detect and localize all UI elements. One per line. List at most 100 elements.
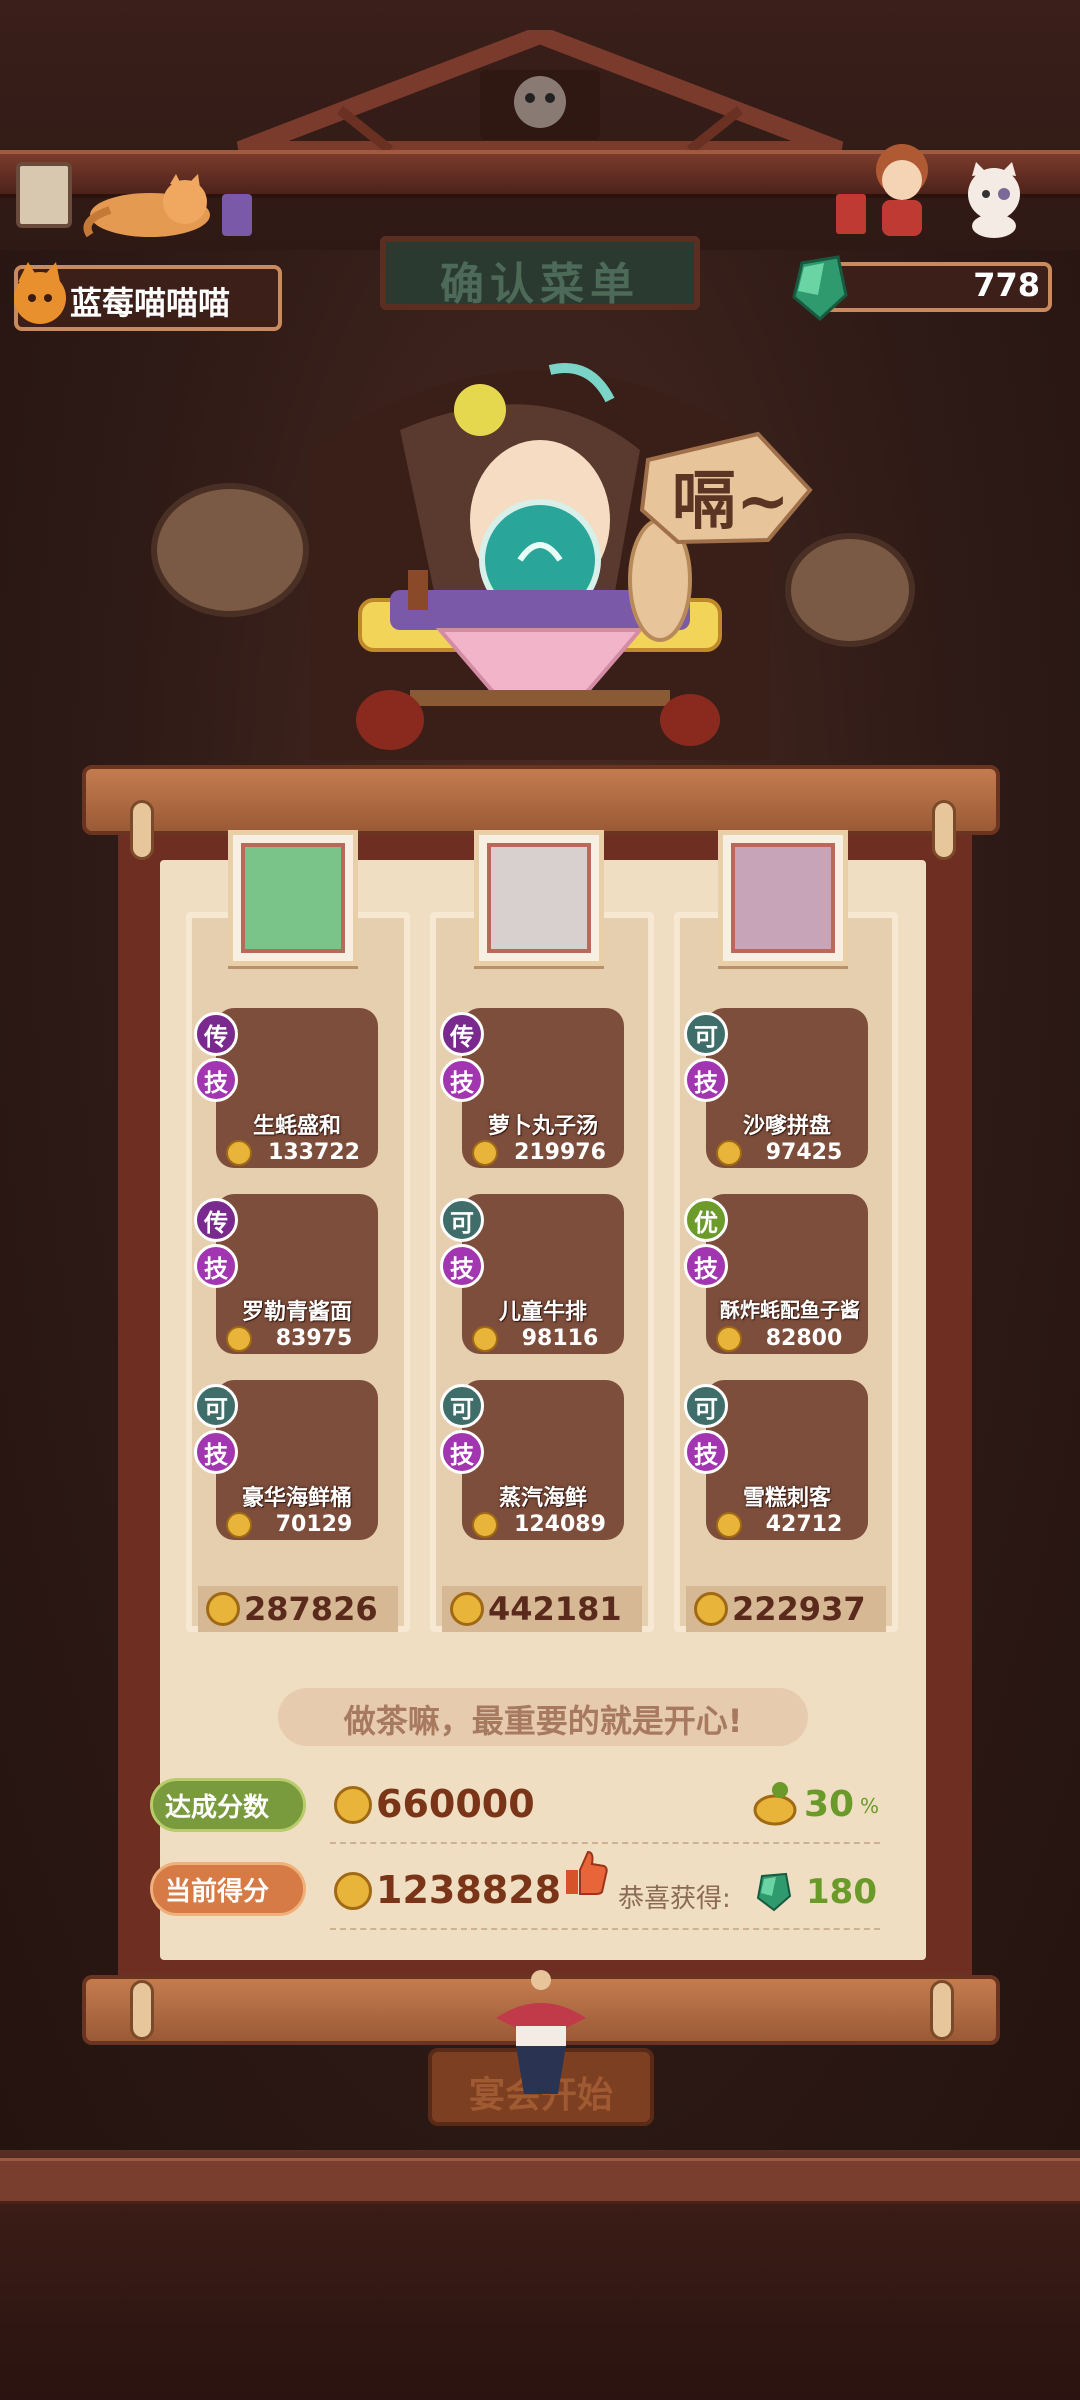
green-gem-icon xyxy=(756,1872,792,1912)
dish-price: 82800 xyxy=(706,1326,868,1352)
portrait-frame xyxy=(487,843,591,953)
speech-text: 嗝~ xyxy=(672,465,790,539)
dish-name: 酥炸蚝配鱼子酱 xyxy=(720,1298,860,1322)
dish-name: 生蚝盛和 xyxy=(252,1114,341,1139)
scroll-knob xyxy=(932,800,956,860)
gem-count: 778 xyxy=(973,266,1040,304)
dish-price: 97425 xyxy=(706,1140,868,1166)
gold-coin-icon xyxy=(334,1786,372,1824)
white-cat-icon xyxy=(968,162,1020,238)
skill-tag: 技 xyxy=(194,1430,238,1474)
portrait-frame xyxy=(241,843,345,953)
gold-coin-icon xyxy=(226,1140,252,1166)
scroll-knob xyxy=(130,800,154,860)
roof-frame xyxy=(236,30,844,159)
thumbs-up-icon xyxy=(566,1850,608,1895)
dish-price: 124089 xyxy=(462,1512,624,1538)
rarity-tag: 传 xyxy=(194,1012,238,1056)
dish-card[interactable]: 蒸汽海鲜 124089 xyxy=(462,1380,624,1540)
dish-name: 蒸汽海鲜 xyxy=(498,1486,587,1511)
dish-price: 219976 xyxy=(462,1140,624,1166)
skill-tag: 技 xyxy=(194,1244,238,1288)
dish-name: 罗勒青酱面 xyxy=(241,1300,352,1325)
gold-coin-icon xyxy=(472,1326,498,1352)
dish-card[interactable]: 雪糕刺客 42712 xyxy=(706,1380,868,1540)
column-total: 222937 xyxy=(686,1586,886,1632)
dish-price-value: 83975 xyxy=(275,1326,353,1351)
gold-coin-icon xyxy=(450,1592,484,1626)
dish-price: 42712 xyxy=(706,1512,868,1538)
rarity-tag: 传 xyxy=(194,1198,238,1242)
gold-coin-icon xyxy=(472,1140,498,1166)
chef-portrait-1[interactable] xyxy=(228,830,358,966)
gold-coin-icon xyxy=(226,1512,252,1538)
rarity-tag: 优 xyxy=(684,1198,728,1242)
cat-decoration-icon xyxy=(83,174,210,238)
skill-tag: 技 xyxy=(440,1058,484,1102)
dish-card[interactable]: 萝卜丸子汤 219976 xyxy=(462,1008,624,1168)
dish-name: 萝卜丸子汤 xyxy=(487,1114,598,1139)
dish-card[interactable]: 罗勒青酱面 83975 xyxy=(216,1194,378,1354)
target-score-label: 达成分数 xyxy=(150,1778,306,1832)
skill-tag: 技 xyxy=(684,1058,728,1102)
dish-card[interactable]: 沙嗲拼盘 97425 xyxy=(706,1008,868,1168)
rarity-tag: 可 xyxy=(440,1198,484,1242)
dish-card[interactable]: 豪华海鲜桶 70129 xyxy=(216,1380,378,1540)
scroll-knob xyxy=(130,1980,154,2040)
dish-price: 133722 xyxy=(216,1140,378,1166)
green-gem-icon xyxy=(792,255,848,321)
tassel-ornament-icon xyxy=(496,1970,586,2094)
dish-price-value: 70129 xyxy=(275,1512,353,1537)
bonus-percent: 30 xyxy=(804,1784,855,1825)
gold-coin-icon xyxy=(206,1592,240,1626)
user-avatar-icon xyxy=(14,262,66,324)
dish-price: 98116 xyxy=(462,1326,624,1352)
column-total-value: 442181 xyxy=(488,1590,622,1628)
column-total: 442181 xyxy=(442,1586,642,1632)
target-score-value: 660000 xyxy=(376,1782,535,1826)
gold-coin-icon xyxy=(334,1872,372,1910)
rarity-tag: 传 xyxy=(440,1012,484,1056)
portrait-frame xyxy=(731,843,835,953)
rarity-tag: 可 xyxy=(440,1384,484,1428)
rarity-tag: 可 xyxy=(684,1384,728,1428)
divider xyxy=(330,1842,880,1844)
current-score-value: 1238828 xyxy=(376,1868,562,1912)
skill-tag: 技 xyxy=(194,1058,238,1102)
gold-coin-icon xyxy=(472,1512,498,1538)
rarity-tag: 可 xyxy=(684,1012,728,1056)
bonus-percent-sign: % xyxy=(860,1794,880,1818)
scroll-knob xyxy=(930,1980,954,2040)
current-score-label: 当前得分 xyxy=(150,1862,306,1916)
rarity-tag: 可 xyxy=(194,1384,238,1428)
chef-figure-icon xyxy=(876,144,928,236)
dish-name: 沙嗲拼盘 xyxy=(742,1114,831,1139)
reward-label: 恭喜获得: xyxy=(618,1884,731,1914)
gold-coin-icon xyxy=(694,1592,728,1626)
dish-card[interactable]: 儿童牛排 98116 xyxy=(462,1194,624,1354)
dish-card[interactable]: 生蚝盛和 133722 xyxy=(216,1008,378,1168)
chef-portrait-3[interactable] xyxy=(718,830,848,966)
skill-tag: 技 xyxy=(684,1430,728,1474)
skill-tag: 技 xyxy=(440,1430,484,1474)
dish-price-value: 124089 xyxy=(514,1512,606,1537)
jar-icon xyxy=(222,194,252,236)
gold-coin-icon xyxy=(716,1512,742,1538)
column-total-value: 222937 xyxy=(732,1590,866,1628)
reward-value: 180 xyxy=(806,1872,877,1912)
gold-coin-icon xyxy=(716,1326,742,1352)
dish-price-value: 98116 xyxy=(521,1326,599,1351)
user-name: 蓝莓喵喵喵 xyxy=(70,284,231,322)
host-character-scene xyxy=(151,363,915,760)
dish-price: 70129 xyxy=(216,1512,378,1538)
gold-coin-icon xyxy=(716,1140,742,1166)
chef-portrait-2[interactable] xyxy=(474,830,604,966)
scroll-rod-top xyxy=(82,765,1000,835)
floor-plank xyxy=(0,2158,1080,2204)
bonus-pot-icon xyxy=(753,1782,797,1826)
dish-price-value: 219976 xyxy=(514,1140,606,1165)
dish-card[interactable]: 酥炸蚝配鱼子酱 82800 xyxy=(706,1194,868,1354)
dish-price-value: 82800 xyxy=(765,1326,843,1351)
dish-price-value: 42712 xyxy=(765,1512,843,1537)
page-title: 确认菜单 xyxy=(440,259,640,310)
